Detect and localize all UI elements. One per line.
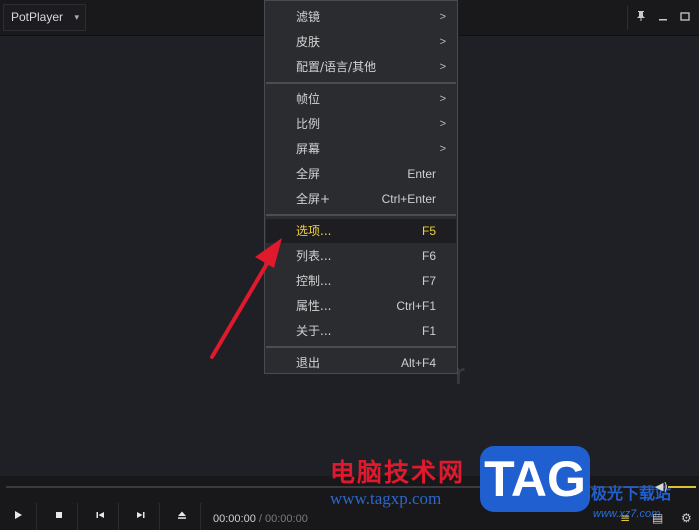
submenu-arrow-icon: > xyxy=(439,61,446,73)
play-icon[interactable] xyxy=(0,503,37,530)
menu-item-shortcut: F6 xyxy=(421,249,436,263)
menu-item-exit[interactable]: 退出 Alt+F4 xyxy=(266,351,456,375)
menu-separator xyxy=(266,214,456,216)
menu-item-shortcut: Enter xyxy=(407,167,436,181)
next-icon[interactable] xyxy=(123,503,160,530)
playlist-icon[interactable]: ▤ xyxy=(652,511,663,525)
menu-item-shortcut: Ctrl+Enter xyxy=(381,192,436,206)
menu-item-about[interactable]: 关于... F1 xyxy=(266,319,456,343)
stop-icon[interactable] xyxy=(41,503,78,530)
menu-item-fullscreen-plus[interactable]: 全屏+ Ctrl+Enter xyxy=(266,187,456,211)
menu-item-label: 屏幕 xyxy=(296,142,321,156)
maximize-icon[interactable] xyxy=(677,8,693,28)
submenu-arrow-icon: > xyxy=(439,36,446,48)
context-menu: 滤镜 > 皮肤 > 配置/语言/其他 > 帧位 > 比例 > 屏幕 > 全屏 E… xyxy=(264,0,458,374)
app-menu-button[interactable]: PotPlayer ▾ xyxy=(3,4,86,31)
menu-item-screen[interactable]: 屏幕 > xyxy=(266,137,456,161)
submenu-arrow-icon: > xyxy=(439,11,446,23)
menu-item-shortcut: F7 xyxy=(421,274,436,288)
chevron-down-icon: ▾ xyxy=(74,12,79,22)
menu-item-shortcut: F1 xyxy=(421,324,436,338)
menu-item-label: 选项... xyxy=(296,224,332,238)
menu-item-label: 退出 xyxy=(296,356,321,370)
menu-item-label: 配置/语言/其他 xyxy=(296,60,377,74)
current-time: 00:00:00 xyxy=(213,513,256,525)
menu-item-playlist[interactable]: 列表... F6 xyxy=(266,244,456,268)
watermark-tag-badge: TAG xyxy=(480,446,590,512)
menu-item-filters[interactable]: 滤镜 > xyxy=(266,5,456,29)
app-title: PotPlayer xyxy=(11,10,64,24)
menu-item-skin[interactable]: 皮肤 > xyxy=(266,30,456,54)
menu-item-label: 列表... xyxy=(296,249,332,263)
volume-icon[interactable]: ◀) xyxy=(655,480,668,493)
submenu-arrow-icon: > xyxy=(439,118,446,130)
duration-time: 00:00:00 xyxy=(265,513,308,525)
title-bar-divider xyxy=(627,6,628,30)
previous-icon[interactable] xyxy=(82,503,119,530)
menu-item-label: 帧位 xyxy=(296,92,321,106)
menu-item-shortcut: Alt+F4 xyxy=(400,356,436,370)
menu-item-control[interactable]: 控制... F7 xyxy=(266,269,456,293)
menu-item-shortcut: F5 xyxy=(421,224,436,238)
menu-item-options[interactable]: 选项... F5 xyxy=(266,219,456,243)
submenu-arrow-icon: > xyxy=(439,143,446,155)
menu-item-label: 全屏+ xyxy=(296,192,331,206)
menu-item-label: 全屏 xyxy=(296,167,321,181)
menu-item-label: 皮肤 xyxy=(296,35,321,49)
menu-item-label: 控制... xyxy=(296,274,332,288)
time-display: 00:00:00 / 00:00:00 xyxy=(213,513,308,525)
menu-item-label: 关于... xyxy=(296,324,332,338)
menu-item-shortcut: Ctrl+F1 xyxy=(396,299,436,313)
menu-item-label: 属性... xyxy=(296,299,332,313)
volume-slider[interactable] xyxy=(668,486,696,488)
menu-separator xyxy=(266,346,456,348)
menu-item-properties[interactable]: 属性... Ctrl+F1 xyxy=(266,294,456,318)
menu-item-fullscreen[interactable]: 全屏 Enter xyxy=(266,162,456,186)
menu-item-config-language-other[interactable]: 配置/语言/其他 > xyxy=(266,55,456,79)
search-list-icon[interactable]: ≡ xyxy=(620,511,630,525)
watermark-site-name: 电脑技术网 xyxy=(330,458,466,487)
pin-icon[interactable] xyxy=(633,8,649,28)
menu-separator xyxy=(266,82,456,84)
menu-item-aspect-ratio[interactable]: 比例 > xyxy=(266,112,456,136)
submenu-arrow-icon: > xyxy=(439,93,446,105)
gear-icon[interactable]: ⚙ xyxy=(681,511,692,525)
menu-item-label: 滤镜 xyxy=(296,10,321,24)
menu-item-label: 比例 xyxy=(296,117,321,131)
menu-item-frame[interactable]: 帧位 > xyxy=(266,87,456,111)
minimize-icon[interactable] xyxy=(655,8,671,28)
eject-icon[interactable] xyxy=(164,503,201,530)
watermark-url: www.tagxp.com xyxy=(330,489,442,508)
time-separator: / xyxy=(258,513,262,525)
